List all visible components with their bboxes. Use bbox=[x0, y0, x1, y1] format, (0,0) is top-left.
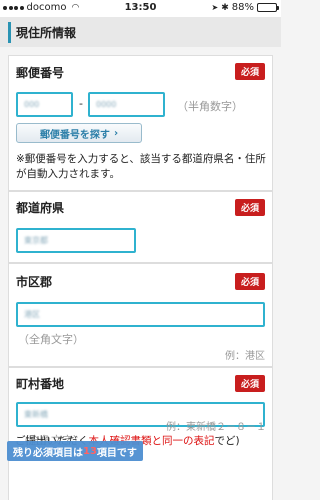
postal-code-first-input[interactable]: 000 bbox=[16, 92, 73, 117]
chevron-right-icon: › bbox=[113, 127, 119, 139]
remaining-suffix: 項目です bbox=[96, 447, 137, 459]
postal-code-second-input[interactable]: 0000 bbox=[88, 92, 165, 117]
town-value: 東新橋 bbox=[24, 410, 48, 419]
remaining-required-banner: 残り必須項目は 13 項目です bbox=[7, 441, 143, 461]
town-label: 町村番地 bbox=[16, 377, 65, 391]
battery-percent: 88% bbox=[231, 2, 254, 13]
section-title: 現住所情報 bbox=[16, 26, 77, 40]
city-hint: （全角文字） bbox=[18, 333, 84, 346]
postal-code-second-value: 0000 bbox=[96, 100, 117, 109]
required-badge: 必須 bbox=[235, 199, 265, 216]
find-postal-code-label: 郵便番号を探す bbox=[39, 129, 110, 141]
location-icon: ➤ bbox=[211, 3, 219, 12]
city-example: 例：港区 bbox=[225, 351, 265, 362]
prefecture-input[interactable]: 東京都 bbox=[16, 228, 136, 253]
required-badge: 必須 bbox=[235, 63, 265, 80]
postal-code-label: 郵便番号 bbox=[16, 66, 65, 80]
postal-code-first-value: 000 bbox=[24, 100, 40, 109]
section-header: 現住所情報 bbox=[0, 17, 281, 47]
prefecture-label: 都道府県 bbox=[16, 201, 65, 215]
city-card: 市区郡 必須 港区 （全角文字） 例：港区 bbox=[8, 263, 273, 367]
city-input[interactable]: 港区 bbox=[16, 302, 265, 327]
postal-code-card: 郵便番号 必須 000 - 0000 （半角数字） 郵便番号を探す › ※郵便番… bbox=[8, 55, 273, 191]
postal-code-separator: - bbox=[79, 97, 83, 110]
required-badge: 必須 bbox=[235, 375, 265, 392]
postal-code-note: ※郵便番号を入力すると、該当する都道府県名・住所が自動入力されます。 bbox=[16, 153, 266, 180]
city-value: 港区 bbox=[24, 310, 40, 319]
bluetooth-icon: ✱ bbox=[221, 2, 229, 13]
required-badge: 必須 bbox=[235, 273, 265, 290]
town-note-suffix: でど) bbox=[214, 435, 240, 447]
remaining-count: 13 bbox=[83, 445, 97, 457]
section-accent-bar bbox=[8, 22, 11, 43]
prefecture-card: 都道府県 必須 東京都 bbox=[8, 191, 273, 263]
status-right: ➤ ✱ 88% bbox=[211, 2, 279, 13]
town-example: 例：東新橋２－８－１ bbox=[166, 422, 266, 433]
postal-code-hint: （半角数字） bbox=[177, 100, 243, 113]
find-postal-code-button[interactable]: 郵便番号を探す › bbox=[16, 123, 142, 143]
city-label: 市区郡 bbox=[16, 275, 53, 289]
battery-icon bbox=[257, 3, 279, 12]
status-bar: docomo ◠ 13:50 ➤ ✱ 88% bbox=[0, 0, 281, 17]
prefecture-value: 東京都 bbox=[24, 236, 48, 245]
remaining-prefix: 残り必須項目は bbox=[13, 447, 83, 459]
